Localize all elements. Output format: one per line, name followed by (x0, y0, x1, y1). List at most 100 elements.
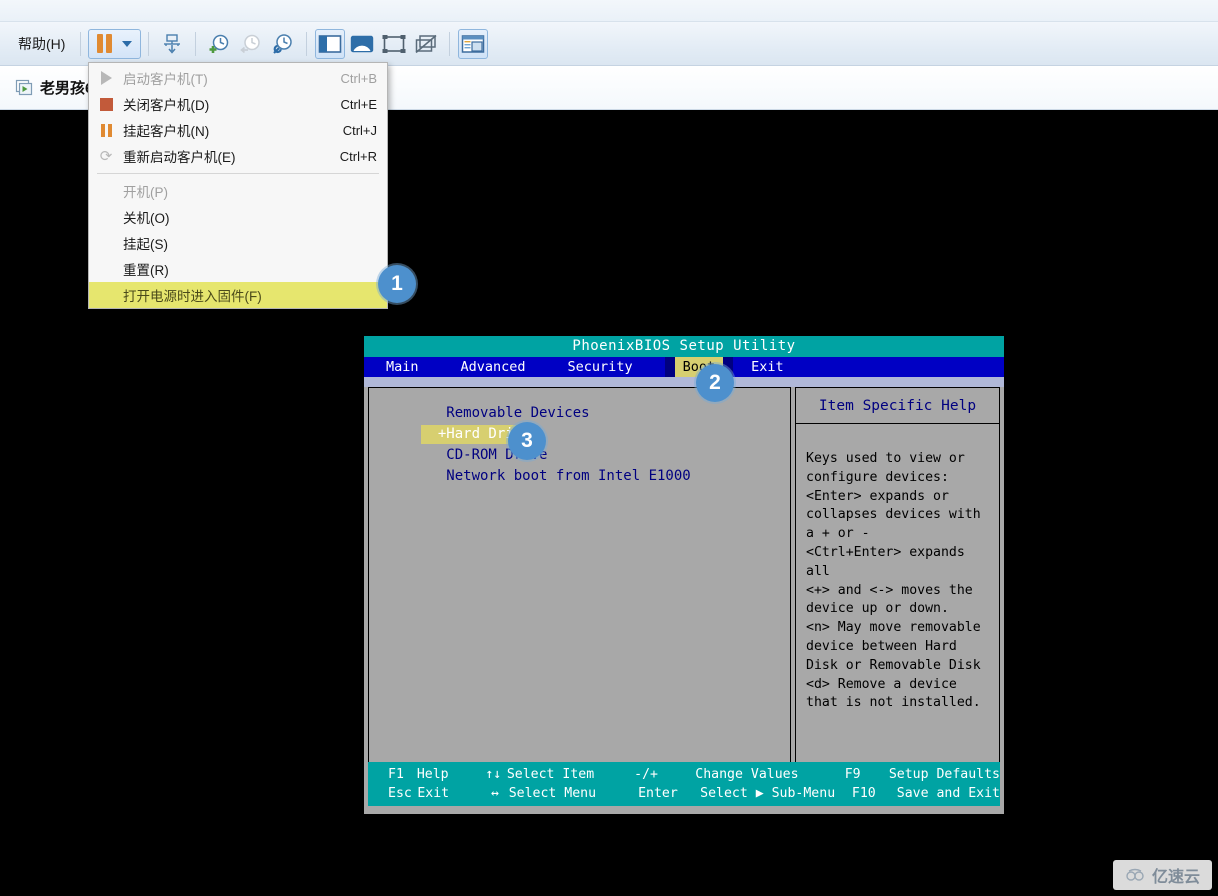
help-line: collapses devices with (806, 507, 981, 523)
pause-vm-button[interactable] (88, 28, 142, 59)
bios-key-legend: F1 Help ↑↓ Select Item -/+ Change Values… (368, 762, 1000, 806)
fullscreen-icon (382, 34, 406, 53)
show-console-view-button[interactable] (347, 29, 377, 59)
menu-item-label: 打开电源时进入固件(F) (123, 289, 262, 304)
menu-item-label: 挂起(S) (123, 237, 168, 252)
menu-item-accelerator: Ctrl+J (342, 122, 377, 138)
menu-item-label: 关闭客户机(D) (123, 98, 210, 113)
bios-menu-bar: Main Advanced Security Boot Exit (364, 357, 1004, 377)
help-line: <Ctrl+Enter> expands (806, 544, 965, 560)
menu-help[interactable]: 帮助(H) (10, 31, 73, 57)
sidebar-panel-icon (319, 34, 342, 53)
help-line: all (806, 563, 830, 579)
help-line: <Enter> expands or (806, 488, 949, 504)
phoenixbios-setup-utility: PhoenixBIOS Setup Utility Main Advanced … (364, 336, 1004, 814)
preferences-button[interactable] (458, 28, 489, 59)
menu-item-reset[interactable]: 重置(R) (89, 256, 387, 282)
help-line: device between Hard (806, 638, 957, 654)
bios-tab-exit[interactable]: Exit (733, 357, 792, 377)
toolbar-separator (80, 31, 82, 56)
clock-back-icon (240, 34, 261, 53)
take-snapshot-button[interactable] (204, 29, 234, 59)
menu-item-shutdown-guest[interactable]: 关闭客户机(D) Ctrl+E (89, 91, 387, 117)
pause-icon (97, 34, 113, 53)
toolbar-separator (306, 31, 308, 56)
legend-select-item: Select Item (506, 767, 595, 782)
legend-key-esc: Esc (388, 786, 412, 801)
legend-setup-defaults: Setup Defaults (888, 767, 1000, 782)
unity-mode-button[interactable] (411, 29, 441, 59)
menu-item-power-off[interactable]: 关机(O) (89, 204, 387, 230)
boot-item-label: Removable Devices (421, 405, 590, 421)
legend-key-f10: F10 (851, 786, 876, 801)
help-line: <d> Remove a device (806, 676, 957, 692)
menu-item-power-on[interactable]: 开机(P) (89, 178, 387, 204)
legend-arrow-updown-icon: ↑↓ (485, 767, 502, 782)
menu-item-accelerator: Ctrl+E (340, 96, 377, 112)
menu-item-accelerator: Ctrl+R (339, 148, 377, 164)
legend-save-and-exit: Save and Exit (896, 786, 1000, 801)
menu-item-accelerator: Ctrl+B (340, 70, 377, 86)
menu-item-label: 启动客户机(T) (123, 72, 208, 87)
stop-icon (89, 97, 123, 111)
menu-item-suspend-guest[interactable]: 挂起客户机(N) Ctrl+J (89, 117, 387, 143)
show-library-button[interactable] (315, 28, 346, 59)
legend-arrow-leftright-icon: ↔ (490, 786, 499, 801)
bios-tab-advanced[interactable]: Advanced (427, 357, 534, 377)
menu-item-label: 重新启动客户机(E) (123, 150, 236, 165)
boot-item-label: Network boot from Intel E1000 (421, 468, 691, 484)
menu-separator (97, 173, 379, 174)
revert-snapshot-button[interactable] (236, 29, 266, 59)
help-line: <n> May move removable (806, 620, 981, 636)
bios-tab-main[interactable]: Main (364, 357, 427, 377)
migrate-vm-button[interactable] (157, 29, 187, 59)
clock-plus-icon (209, 34, 229, 53)
menu-item-power-on-to-firmware[interactable]: 打开电源时进入固件(F) (89, 282, 387, 308)
restart-icon: ⟳ (99, 147, 113, 165)
legend-action-exit: Exit (417, 786, 450, 801)
bios-tab-marker-left (664, 357, 675, 377)
step-badge-2: 2 (696, 364, 734, 402)
console-view-icon (351, 35, 374, 52)
legend-action-help: Help (416, 767, 449, 782)
unity-mode-icon (415, 34, 437, 53)
menu-item-label: 重置(R) (123, 263, 169, 278)
cloud-icon (1125, 868, 1147, 882)
migrate-icon (164, 33, 181, 54)
app-window: 帮助(H) 老男孩66 PhoenixBIOS Setup Utility Ma… (0, 0, 1218, 896)
bios-body: Removable Devices +Hard Drive CD-ROM Dri… (364, 387, 1004, 782)
main-toolbar: 帮助(H) (0, 22, 1218, 66)
toolbar-separator (148, 31, 150, 56)
bios-title: PhoenixBIOS Setup Utility (364, 336, 1004, 357)
menu-item-label: 关机(O) (123, 211, 170, 226)
menu-item-start-guest[interactable]: 启动客户机(T) Ctrl+B (89, 65, 387, 91)
menu-item-restart-guest[interactable]: ⟳ 重新启动客户机(E) Ctrl+R (89, 143, 387, 169)
bios-tab-security[interactable]: Security (534, 357, 641, 377)
manage-snapshots-button[interactable] (268, 29, 298, 59)
menu-item-suspend[interactable]: 挂起(S) (89, 230, 387, 256)
boot-list-item[interactable]: Removable Devices (421, 402, 790, 423)
step-badge-3: 3 (508, 422, 546, 460)
boot-list-item[interactable]: Network boot from Intel E1000 (421, 465, 790, 486)
help-line: device up or down. (806, 601, 949, 617)
bios-key-legend-row: Esc Exit ↔ Select Menu Enter Select ▶ Su… (368, 784, 1000, 803)
window-title-strip (0, 0, 1218, 22)
help-line: that is not installed. (806, 695, 981, 711)
watermark: 亿速云 (1112, 860, 1212, 890)
item-specific-help-body: Keys used to view or configure devices: … (796, 424, 999, 713)
legend-key-f1: F1 (388, 767, 404, 782)
help-line: a + or - (806, 526, 870, 542)
legend-select-submenu: Select ▶ Sub-Menu (700, 786, 836, 801)
pause-dropdown-caret[interactable] (117, 30, 137, 58)
boot-list-item[interactable]: +Hard Drive (421, 423, 790, 444)
boot-list-item[interactable]: CD-ROM Drive (421, 444, 790, 465)
step-badge-1: 1 (378, 265, 416, 303)
fullscreen-button[interactable] (379, 29, 409, 59)
bios-boot-order-panel: Removable Devices +Hard Drive CD-ROM Dri… (368, 387, 791, 782)
clock-wrench-icon (273, 33, 293, 54)
bios-strip (364, 377, 1004, 387)
vm-running-icon (15, 79, 33, 95)
legend-change-values: Change Values (695, 767, 799, 782)
boot-order-list: Removable Devices +Hard Drive CD-ROM Dri… (369, 402, 790, 486)
help-line: configure devices: (806, 469, 949, 485)
